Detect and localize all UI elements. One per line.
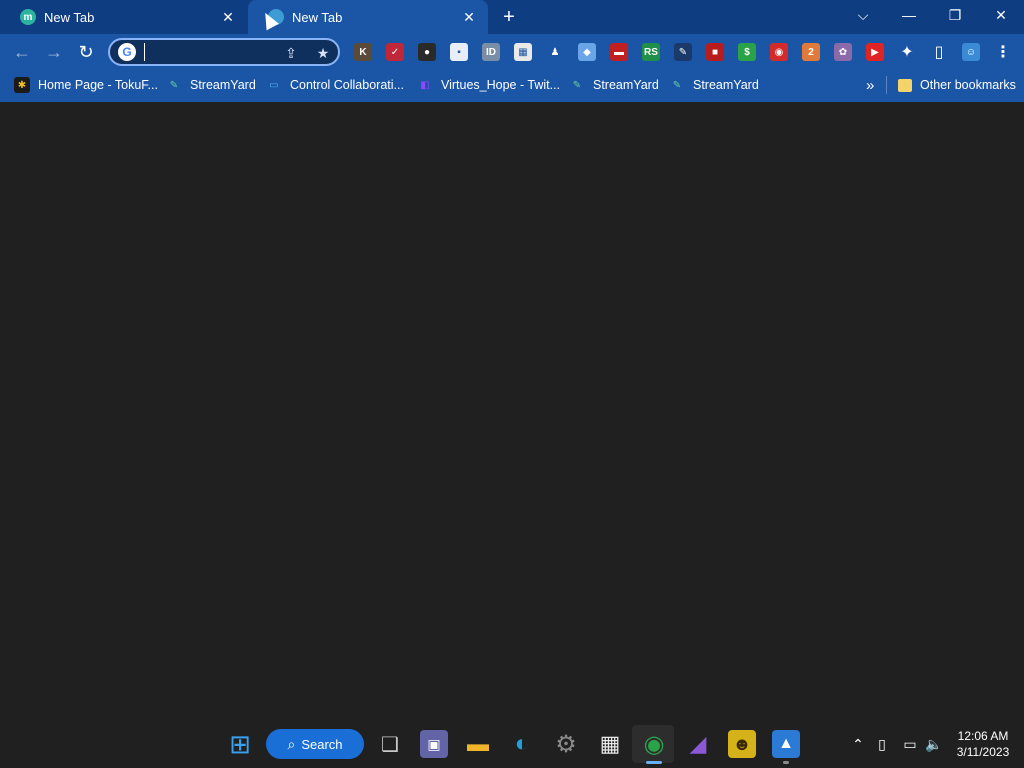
bookmark-streamyard-1[interactable]: ✎ StreamYard (166, 76, 256, 94)
page-content (0, 102, 1024, 720)
ext-green-circle-icon[interactable]: RS (642, 43, 660, 61)
side-panel-icon[interactable]: ▯ (930, 43, 948, 61)
streamyard-icon: ✎ (169, 79, 179, 91)
visual-studio-icon[interactable]: ◢ (684, 730, 712, 758)
teams-chat-icon[interactable]: ▣ (420, 730, 448, 758)
tab-title: New Tab (44, 9, 95, 25)
ext-roblox-icon[interactable]: ◆ (578, 43, 596, 61)
tray-overflow-chevron-icon[interactable]: ⌃ (848, 734, 868, 754)
twitch-icon: ◧ (420, 79, 430, 91)
start-windows-icon[interactable]: ⊞ (226, 729, 254, 759)
chrome-icon[interactable]: ◉ (640, 730, 668, 758)
toolbar: ← → ↻ G ⇪ ★ K ✓ ● ▪ ID ▦ ♟ ◆ ▬ RS ✎ ■ $ ◉ 2 ✿ ▶ ✦ ▯ ☺ ⋮ (0, 34, 1024, 70)
back-button[interactable]: ← (8, 38, 36, 66)
bookmark-label: Control Collaborati... (290, 78, 404, 92)
address-bar[interactable]: G ⇪ ★ (108, 38, 340, 66)
bookmarks-bar: ✱ Home Page - TokuF... ✎ StreamYard ▭ Co… (0, 70, 1024, 100)
ext-grid-icon[interactable]: ▦ (514, 43, 532, 61)
ext-white-square-icon[interactable]: ▪ (450, 43, 468, 61)
ext-red-bar-icon[interactable]: ▬ (610, 43, 628, 61)
google-logo-icon: G (118, 43, 136, 61)
profile-avatar-icon[interactable]: ☺ (962, 43, 980, 61)
tab-favicon-m-icon: m (20, 9, 36, 25)
bookmarks-overflow-chevron-icon[interactable]: » (866, 76, 874, 94)
ext-id-icon[interactable]: ID (482, 43, 500, 61)
bookmark-label: StreamYard (693, 78, 759, 92)
tab-search-chevron-icon[interactable]: ⌵ (840, 0, 886, 30)
bookmark-label: StreamYard (190, 78, 256, 92)
bookmark-label: Home Page - TokuF... (38, 78, 158, 92)
ext-badge-icon[interactable]: 2 (802, 43, 820, 61)
monitor-icon: ▭ (269, 79, 279, 91)
share-icon[interactable]: ⇪ (282, 44, 300, 62)
chrome-browser-window: m New Tab ✕ New Tab ✕ + ⌵ — ❐ ✕ ← → ↻ G … (0, 0, 1024, 102)
bookmark-label: StreamYard (593, 78, 659, 92)
menu-kebab-icon[interactable]: ⋮ (994, 43, 1012, 61)
settings-gear-icon[interactable]: ⚙ (552, 730, 580, 758)
ext-cat-icon[interactable]: ✿ (834, 43, 852, 61)
other-bookmarks-label: Other bookmarks (920, 78, 1016, 92)
photos-icon[interactable]: ▲ (772, 730, 800, 758)
ext-red-square-icon[interactable]: ■ (706, 43, 724, 61)
new-tab-button[interactable]: + (497, 6, 521, 28)
bookmark-virtues-hope-twitch[interactable]: ◧ Virtues_Hope - Twit... (417, 76, 560, 94)
volume-icon[interactable]: 🔈 (924, 734, 944, 754)
forward-button[interactable]: → (40, 38, 68, 66)
bookmarks-divider (886, 76, 887, 94)
game-frog-icon[interactable]: ☻ (728, 730, 756, 758)
close-window-button[interactable]: ✕ (978, 0, 1024, 30)
tab-title: New Tab (292, 9, 343, 25)
bookmark-home-page-tokuf[interactable]: ✱ Home Page - TokuF... (14, 76, 158, 94)
photos-running-indicator (783, 761, 789, 764)
network-icon[interactable]: ▭ (900, 734, 920, 754)
bookmark-star-icon[interactable]: ★ (314, 44, 332, 62)
microsoft-store-icon[interactable]: ▦ (596, 730, 624, 758)
clock-date: 3/11/2023 (956, 745, 1010, 759)
ext-youtube-icon[interactable]: ▶ (866, 43, 884, 61)
extensions-puzzle-icon[interactable]: ✦ (898, 43, 916, 61)
taskbar-search-button[interactable]: ⌕ Search (266, 729, 364, 759)
clock-time: 12:06 AM (957, 729, 1009, 743)
folder-icon (898, 78, 912, 92)
ext-check-icon[interactable]: ✓ (386, 43, 404, 61)
other-bookmarks-folder[interactable]: Other bookmarks (898, 76, 1016, 94)
tablet-mode-icon[interactable]: ▯ (872, 734, 892, 754)
ext-k-icon[interactable]: K (354, 43, 372, 61)
ext-red-shape-icon[interactable]: ◉ (770, 43, 788, 61)
bookmark-streamyard-2[interactable]: ✎ StreamYard (569, 76, 659, 94)
tab-strip: m New Tab ✕ New Tab ✕ + ⌵ — ❐ ✕ (0, 0, 1024, 34)
windows-taskbar: ⊞ ⌕ Search ❑ ▣ ▬ ◐ ⚙ ▦ ◉ ◢ ☻ ▲ ⌃ ▯ ▭ 🔈 1… (0, 720, 1024, 768)
chrome-running-indicator (646, 761, 662, 764)
tab-close-icon[interactable]: ✕ (219, 8, 237, 26)
task-view-icon[interactable]: ❑ (376, 730, 404, 758)
bookmark-favicon-icon: ✱ (14, 77, 30, 93)
bookmark-control-collaboration[interactable]: ▭ Control Collaborati... (266, 76, 404, 94)
taskbar-clock[interactable]: 12:06 AM 3/11/2023 (948, 728, 1018, 760)
streamyard-icon: ✎ (672, 79, 682, 91)
edge-icon[interactable]: ◐ (508, 730, 536, 758)
tab-new-tab-2[interactable]: New Tab ✕ (248, 0, 488, 34)
address-input[interactable] (144, 43, 274, 61)
ext-stamp-icon[interactable]: ♟ (546, 43, 564, 61)
streamyard-icon: ✎ (572, 79, 582, 91)
ext-pen-icon[interactable]: ✎ (674, 43, 692, 61)
tab-new-tab-1[interactable]: m New Tab ✕ (0, 0, 247, 34)
search-icon: ⌕ (287, 735, 296, 752)
ext-dollar-icon[interactable]: $ (738, 43, 756, 61)
reload-button[interactable]: ↻ (72, 38, 100, 66)
search-label: Search (301, 736, 343, 752)
bookmark-label: Virtues_Hope - Twit... (441, 78, 561, 92)
file-explorer-icon[interactable]: ▬ (464, 730, 492, 758)
bookmark-streamyard-3[interactable]: ✎ StreamYard (669, 76, 759, 94)
restore-button[interactable]: ❐ (932, 0, 978, 30)
ext-red-circle-icon[interactable]: ● (418, 43, 436, 61)
minimize-button[interactable]: — (886, 0, 932, 30)
tab-close-icon[interactable]: ✕ (460, 8, 478, 26)
